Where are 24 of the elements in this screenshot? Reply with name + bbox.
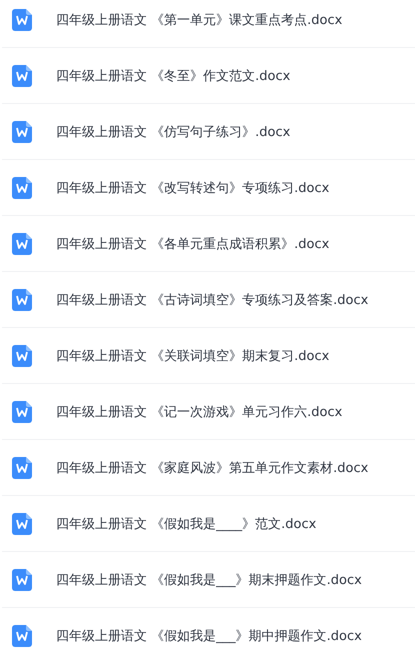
- word-document-icon: [12, 232, 32, 254]
- file-name[interactable]: 四年级上册语文 《假如我是___》期中押题作文.docx: [56, 626, 362, 644]
- file-name[interactable]: 四年级上册语文 《假如我是____》范文.docx: [56, 514, 316, 532]
- file-name[interactable]: 四年级上册语文 《仿写句子练习》.docx: [56, 122, 290, 140]
- file-name[interactable]: 四年级上册语文 《古诗词填空》专项练习及答案.docx: [56, 290, 368, 308]
- word-document-icon: [12, 8, 32, 30]
- file-name[interactable]: 四年级上册语文 《第一单元》课文重点考点.docx: [56, 10, 342, 28]
- word-document-icon: [12, 624, 32, 646]
- word-document-icon: [12, 344, 32, 366]
- file-name[interactable]: 四年级上册语文 《家庭风波》第五单元作文素材.docx: [56, 458, 368, 476]
- word-document-icon: [12, 288, 32, 310]
- word-document-icon: [12, 456, 32, 478]
- word-document-icon: [12, 176, 32, 198]
- file-name[interactable]: 四年级上册语文 《假如我是___》期末押题作文.docx: [56, 570, 362, 588]
- file-name[interactable]: 四年级上册语文 《关联词填空》期末复习.docx: [56, 346, 330, 364]
- file-name[interactable]: 四年级上册语文 《冬至》作文范文.docx: [56, 66, 290, 84]
- word-document-icon: [12, 64, 32, 86]
- word-document-icon: [12, 400, 32, 422]
- word-document-icon: [12, 512, 32, 534]
- file-name[interactable]: 四年级上册语文 《各单元重点成语积累》.docx: [56, 234, 330, 252]
- word-document-icon: [12, 120, 32, 142]
- file-name[interactable]: 四年级上册语文 《记一次游戏》单元习作六.docx: [56, 402, 342, 420]
- word-document-icon: [12, 568, 32, 590]
- file-name[interactable]: 四年级上册语文 《改写转述句》专项练习.docx: [56, 178, 330, 196]
